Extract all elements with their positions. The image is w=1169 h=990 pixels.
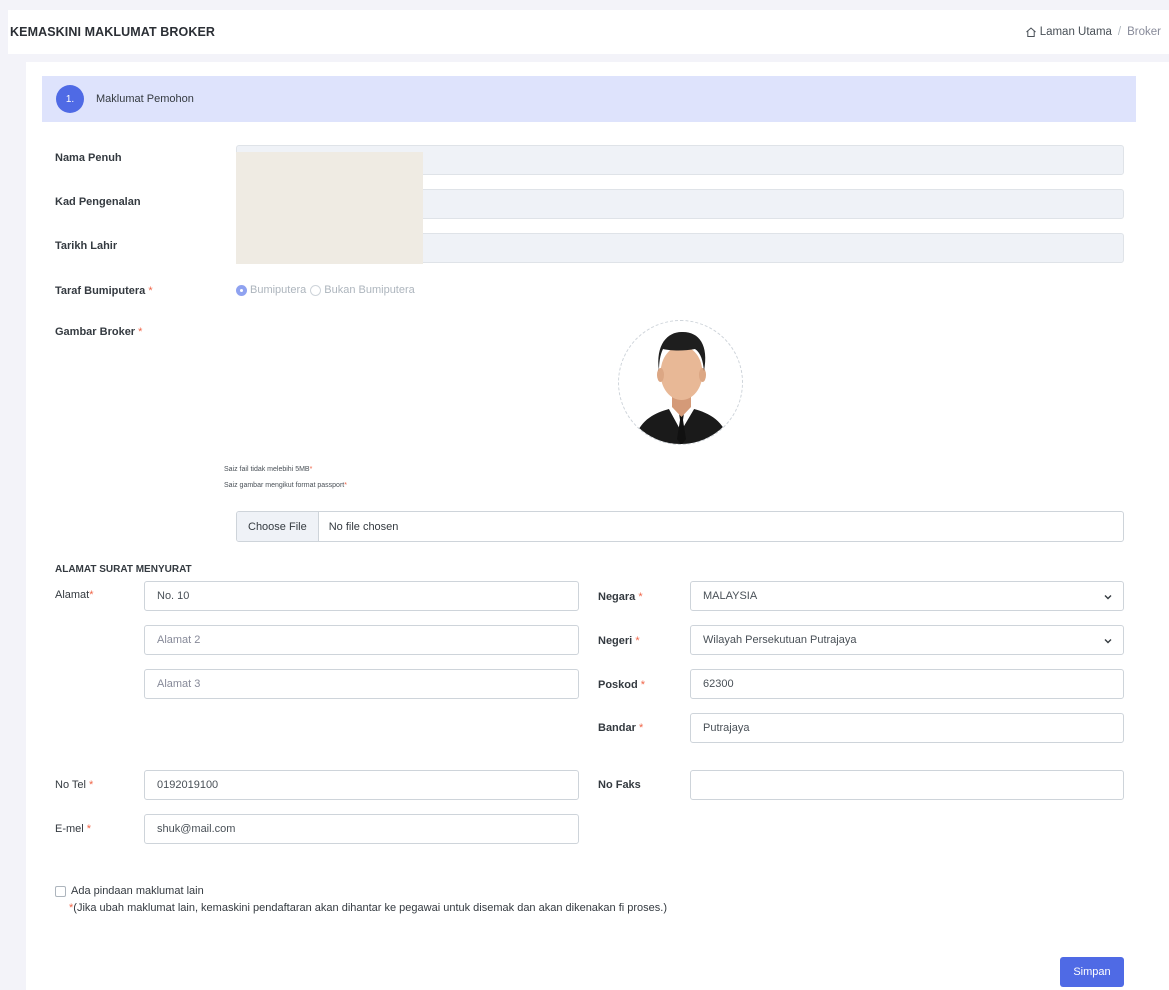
alamat2-input[interactable]: Alamat 2 <box>144 625 579 655</box>
step-title: Maklumat Pemohon <box>96 93 194 105</box>
alamat1-input[interactable]: No. 10 <box>144 581 579 611</box>
step-number-badge: 1. <box>56 85 84 113</box>
page-header: KEMASKINI MAKLUMAT BROKER Laman Utama / … <box>8 10 1169 54</box>
form-card: 1. Maklumat Pemohon Nama Penuh Kad Penge… <box>26 62 1169 990</box>
taraf-bumiputera-label: Taraf Bumiputera * <box>55 285 153 297</box>
step-header: 1. Maklumat Pemohon <box>42 76 1136 122</box>
amend-checkbox[interactable] <box>55 885 66 897</box>
gambar-broker-label: Gambar Broker * <box>55 326 143 338</box>
breadcrumb-current: Broker <box>1127 26 1161 38</box>
choose-file-button[interactable]: Choose File <box>237 512 319 541</box>
chevron-down-icon <box>1104 639 1112 644</box>
alamat-label: Alamat* <box>55 589 94 601</box>
file-status-text: No file chosen <box>328 520 399 533</box>
bandar-input[interactable]: Putrajaya <box>690 713 1124 743</box>
kad-pengenalan-label: Kad Pengenalan <box>55 196 141 208</box>
poskod-input[interactable]: 62300 <box>690 669 1124 699</box>
amend-checkbox-label[interactable]: Ada pindaan maklumat lain <box>71 885 204 897</box>
alamat3-input[interactable]: Alamat 3 <box>144 669 579 699</box>
radio-bumiputera[interactable] <box>236 284 247 296</box>
breadcrumb: Laman Utama / Broker <box>1025 26 1161 38</box>
poskod-label: Poskod * <box>598 679 646 691</box>
breadcrumb-home-link[interactable]: Laman Utama <box>1040 26 1112 38</box>
chevron-down-icon <box>1104 595 1112 600</box>
home-icon <box>1025 26 1037 38</box>
avatar-silhouette-icon <box>633 331 730 444</box>
save-button[interactable]: Simpan <box>1060 957 1124 987</box>
redacted-area <box>236 152 423 264</box>
taraf-bumiputera-radio-group: Bumiputera Bukan Bumiputera <box>236 284 419 296</box>
no-tel-label: No Tel * <box>55 779 94 791</box>
radio-bumiputera-label[interactable]: Bumiputera <box>250 284 306 296</box>
nama-penuh-label: Nama Penuh <box>55 152 122 164</box>
bandar-label: Bandar * <box>598 722 644 734</box>
avatar-placeholder <box>618 320 743 445</box>
negeri-select[interactable]: Wilayah Persekutuan Putrajaya <box>690 625 1124 655</box>
page-title: KEMASKINI MAKLUMAT BROKER <box>10 25 216 39</box>
amend-note: *(Jika ubah maklumat lain, kemaskini pen… <box>69 902 668 914</box>
negara-select[interactable]: MALAYSIA <box>690 581 1124 611</box>
negara-label: Negara * <box>598 591 643 603</box>
tarikh-lahir-label: Tarikh Lahir <box>55 240 118 252</box>
passport-format-hint: Saiz gambar mengikut format passport* <box>224 482 347 489</box>
negeri-label: Negeri * <box>598 635 640 647</box>
breadcrumb-separator: / <box>1117 26 1122 38</box>
no-faks-input[interactable] <box>690 770 1124 800</box>
no-faks-label: No Faks <box>598 779 641 791</box>
radio-bukan-bumiputera-label[interactable]: Bukan Bumiputera <box>324 284 415 296</box>
address-section-title: ALAMAT SURAT MENYURAT <box>55 564 192 575</box>
email-label: E-mel * <box>55 823 92 835</box>
file-size-hint: Saiz fail tidak melebihi 5MB* <box>224 466 313 473</box>
radio-bukan-bumiputera[interactable] <box>310 284 322 296</box>
photo-file-input[interactable]: Choose File No file chosen <box>236 511 1124 542</box>
no-tel-input[interactable]: 0192019100 <box>144 770 579 800</box>
email-input[interactable]: shuk@mail.com <box>144 814 579 844</box>
amend-checkbox-row: Ada pindaan maklumat lain <box>55 885 204 897</box>
